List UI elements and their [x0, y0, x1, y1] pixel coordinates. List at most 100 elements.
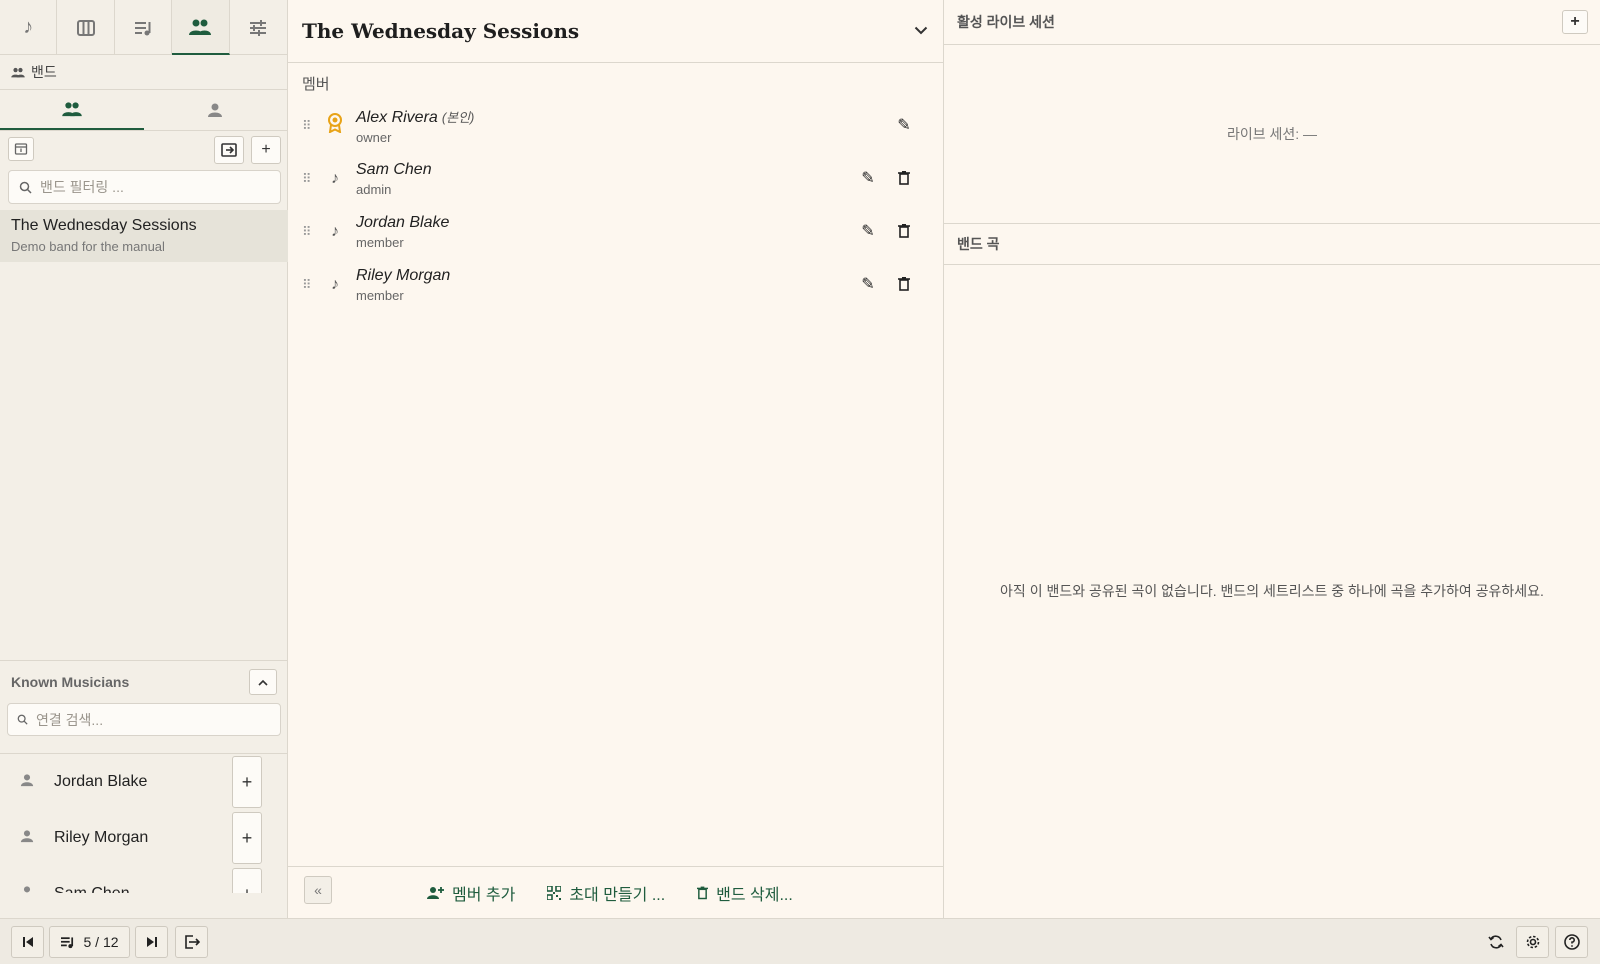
edit-member-button[interactable]: ✎ [856, 219, 880, 243]
chevron-down-icon[interactable] [914, 22, 928, 40]
member-name: Riley Morgan [356, 266, 451, 284]
add-musician-button[interactable]: + [232, 868, 262, 893]
footer-actions: 멤버 추가 초대 만들기 ... 밴드 삭제... [426, 867, 793, 919]
previous-song-button[interactable] [11, 926, 44, 958]
edit-member-button[interactable]: ✎ [892, 113, 916, 137]
pencil-icon: ✎ [861, 276, 875, 293]
member-info: Jordan Blake member [356, 214, 449, 250]
edit-member-button[interactable]: ✎ [856, 166, 880, 190]
member-name: Sam Chen [356, 160, 432, 178]
import-button[interactable] [214, 136, 244, 164]
band-footer: « 멤버 추가 초대 만들기 ... 밴드 삭제... [288, 866, 944, 918]
plus-icon: + [241, 771, 253, 792]
sidebar: ♪ 밴드 + 밴드 필터링 ... The Wednesday Sessions… [0, 0, 288, 918]
live-sessions-status: 라이브 세션: — [944, 45, 1600, 224]
band-filter-input[interactable]: 밴드 필터링 ... [8, 170, 281, 204]
skip-previous-icon [22, 937, 33, 947]
help-icon [1563, 934, 1580, 950]
collapse-panel-button[interactable]: « [304, 876, 332, 904]
bottom-bar: 5 / 12 [0, 918, 1600, 964]
settings-button[interactable] [1516, 926, 1549, 958]
plus-icon: + [261, 141, 271, 158]
add-person-icon [427, 887, 444, 899]
member-info: Riley Morgan member [356, 267, 450, 303]
double-chevron-left-icon: « [314, 882, 322, 898]
pencil-icon: ✎ [861, 170, 875, 187]
collapse-button[interactable] [249, 669, 277, 695]
add-live-session-button[interactable]: + [1562, 10, 1588, 34]
create-invite-button[interactable]: 초대 만들기 ... [547, 881, 665, 905]
tab-instrument[interactable] [57, 0, 115, 55]
connection-search-input[interactable]: 연결 검색... [7, 703, 281, 736]
drag-handle-icon[interactable]: ⠿ [302, 277, 320, 293]
list-item: Jordan Blake + [0, 754, 288, 810]
subtab-bands[interactable] [0, 90, 144, 130]
member-role: member [356, 234, 404, 250]
drag-handle-icon[interactable]: ⠿ [302, 118, 320, 134]
self-tag: (본인) [441, 109, 475, 125]
archive-button[interactable] [8, 137, 34, 161]
delete-member-button[interactable] [892, 166, 916, 190]
add-musician-button[interactable]: + [232, 812, 262, 864]
member-row: ⠿ ♪ Riley Morgan member ✎ [288, 258, 943, 311]
member-row: ⠿ ♪ Jordan Blake member ✎ [288, 205, 943, 258]
next-song-button[interactable] [135, 926, 168, 958]
drag-handle-icon[interactable]: ⠿ [302, 171, 320, 187]
band-detail-panel: The Wednesday Sessions 멤버 ⠿ Alex Rivera(… [288, 0, 944, 918]
playlist-icon [61, 936, 74, 948]
add-member-label: 멤버 추가 [452, 887, 516, 904]
skip-next-icon [146, 937, 157, 947]
trash-icon [898, 277, 910, 291]
subtab-person[interactable] [144, 90, 288, 130]
delete-member-button[interactable] [892, 219, 916, 243]
plus-icon: + [242, 884, 253, 894]
archive-icon [14, 143, 28, 155]
add-band-button[interactable]: + [251, 136, 281, 164]
search-icon [19, 181, 32, 194]
help-button[interactable] [1555, 926, 1588, 958]
delete-band-button[interactable]: 밴드 삭제... [697, 881, 793, 905]
person-icon [208, 103, 223, 117]
edit-member-button[interactable]: ✎ [856, 272, 880, 296]
member-role: member [356, 287, 404, 303]
create-invite-label: 초대 만들기 ... [569, 887, 666, 904]
connection-search-placeholder: 연결 검색... [36, 711, 104, 728]
tab-settings[interactable] [230, 0, 287, 55]
tab-setlists[interactable] [115, 0, 173, 55]
known-musicians-header: Known Musicians [0, 661, 288, 703]
add-musician-button[interactable]: + [232, 756, 262, 808]
plus-icon: + [241, 827, 253, 848]
drag-handle-icon[interactable]: ⠿ [302, 224, 320, 240]
musician-list: Jordan Blake + Riley Morgan + Sam Chen + [0, 753, 288, 893]
band-list-item[interactable]: The Wednesday Sessions Demo band for the… [0, 210, 288, 262]
sync-icon [1488, 935, 1504, 949]
tab-bands[interactable] [172, 0, 230, 55]
sync-button[interactable] [1481, 926, 1511, 958]
musician-name: Sam Chen [54, 885, 130, 893]
exit-button[interactable] [175, 926, 208, 958]
music-note-icon: ♪ [331, 222, 339, 240]
add-member-button[interactable]: 멤버 추가 [426, 881, 515, 905]
member-role: admin [356, 181, 392, 197]
pencil-icon: ✎ [897, 117, 911, 134]
logout-icon [184, 935, 200, 949]
people-small-icon [11, 67, 25, 77]
live-sessions-title: 활성 라이브 세션 [957, 14, 1055, 30]
band-name: The Wednesday Sessions [11, 217, 197, 234]
section-title-label: 밴드 [31, 64, 57, 80]
band-subtabs [0, 90, 287, 131]
delete-member-button[interactable] [892, 272, 916, 296]
musician-name: Jordan Blake [54, 773, 148, 790]
member-name: Alex Rivera [356, 108, 438, 126]
member-info: Sam Chen admin [356, 161, 432, 197]
tab-songs[interactable]: ♪ [0, 0, 58, 55]
person-icon [0, 885, 54, 893]
member-row: ⠿ ♪ Sam Chen admin ✎ [288, 152, 943, 205]
member-info: Alex Rivera (본인) owner [356, 107, 474, 145]
setlist-position-button[interactable]: 5 / 12 [49, 926, 130, 958]
sliders-icon [250, 19, 267, 36]
plus-icon: + [1570, 13, 1580, 30]
gear-icon [1526, 935, 1539, 949]
live-sessions-header: 활성 라이브 세션 + [944, 0, 1600, 45]
list-item: Riley Morgan + [0, 810, 288, 866]
